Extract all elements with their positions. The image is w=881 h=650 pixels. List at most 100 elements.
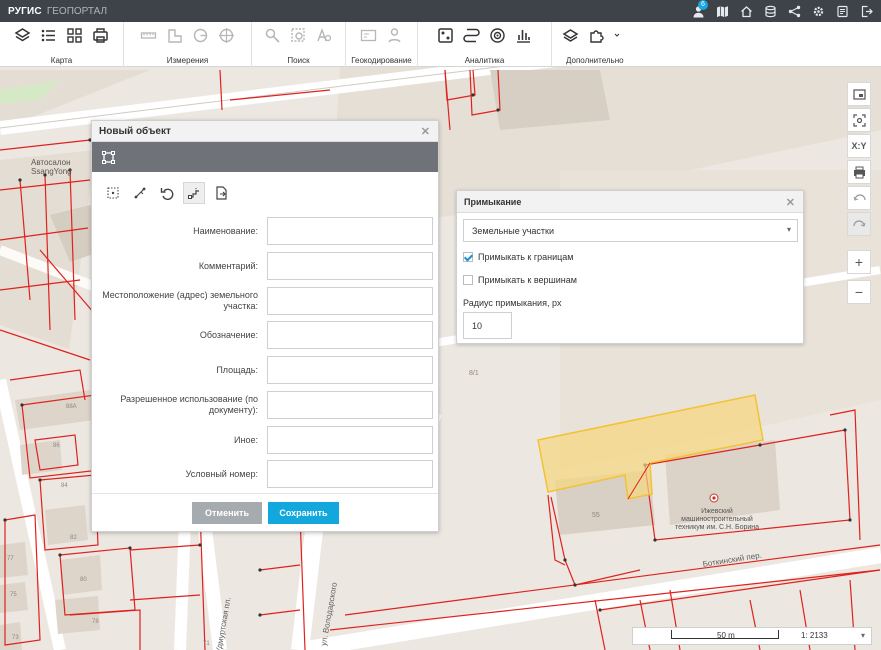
house-number-73: 73: [12, 635, 19, 641]
polygon-icon[interactable]: [100, 149, 117, 166]
layers-plus-icon[interactable]: [562, 27, 579, 44]
ribbon-group-geocoding: Геокодирование: [346, 22, 418, 67]
field-name-label: Наименование:: [193, 226, 258, 236]
house-number-80: 80: [80, 577, 87, 583]
close-icon[interactable]: ✕: [421, 125, 430, 138]
field-permitted-use-input[interactable]: [267, 391, 433, 419]
list-icon[interactable]: [40, 27, 57, 44]
autosalon-label: Автосалон: [31, 158, 71, 167]
window-icon[interactable]: [847, 82, 871, 106]
ribbon-group-map: Карта: [0, 22, 124, 67]
field-conditional-number-input[interactable]: [267, 460, 433, 488]
layers-icon[interactable]: [14, 27, 31, 44]
redo-map-icon[interactable]: [847, 212, 871, 236]
field-address-input[interactable]: [267, 287, 433, 315]
geometry-type-bar: [92, 142, 438, 172]
logout-icon[interactable]: [860, 5, 873, 18]
area-icon[interactable]: [166, 27, 183, 44]
snap-panel-header[interactable]: Примыкание ✕: [457, 191, 803, 213]
angle-icon[interactable]: [192, 27, 209, 44]
house-number-71: 71: [203, 641, 210, 647]
snap-vertices-checkbox[interactable]: [463, 275, 473, 285]
dialog-title: Новый объект: [99, 126, 171, 137]
scale-ratio-select[interactable]: 1: 2133: [801, 631, 828, 640]
news-icon[interactable]: [836, 5, 849, 18]
search-map-icon[interactable]: [264, 27, 281, 44]
snap-vertices-option[interactable]: Примыкать к вершинам: [463, 275, 577, 285]
analytics-grid-icon[interactable]: [437, 27, 454, 44]
field-name-input[interactable]: [267, 217, 433, 245]
grid-icon[interactable]: [66, 27, 83, 44]
target-icon[interactable]: [218, 27, 235, 44]
ruler-icon[interactable]: [140, 27, 157, 44]
undo-map-icon[interactable]: [847, 186, 871, 210]
field-area-input[interactable]: [267, 356, 433, 384]
dialog-header[interactable]: Новый объект ✕: [92, 121, 438, 142]
snap-radius-input[interactable]: 10: [463, 312, 512, 339]
snap-layer-select[interactable]: Земельные участки ▾: [463, 219, 798, 242]
field-address-row: Местоположение (адрес) земельного участк…: [92, 287, 438, 315]
share-icon[interactable]: [788, 5, 801, 18]
buffer-icon[interactable]: [489, 27, 506, 44]
dialog-footer: Отменить Сохранить: [92, 493, 438, 531]
field-other-input[interactable]: [267, 426, 433, 454]
field-permitted-use-label: Разрешенное использование (по документу)…: [120, 394, 258, 415]
gear-icon[interactable]: [812, 5, 825, 18]
home-icon[interactable]: [740, 5, 753, 18]
ribbon-group-search: Поиск: [252, 22, 346, 67]
undo-icon[interactable]: [156, 182, 178, 204]
map-book-icon[interactable]: [716, 5, 729, 18]
puzzle-icon[interactable]: [588, 27, 605, 44]
save-button[interactable]: Сохранить: [268, 502, 339, 524]
chevron-down-icon[interactable]: ▾: [861, 631, 865, 640]
select-rect-icon[interactable]: [102, 182, 124, 204]
field-comment-label: Комментарий:: [198, 261, 258, 271]
route-analysis-icon[interactable]: [463, 27, 480, 44]
house-number-78: 78: [92, 619, 99, 625]
zoom-out-icon[interactable]: −: [847, 280, 871, 304]
house-number-88a: 88А: [66, 404, 77, 410]
chevron-down-icon[interactable]: [614, 27, 620, 44]
parcel-label-55: 55: [592, 512, 600, 519]
zoom-in-icon[interactable]: +: [847, 250, 871, 274]
house-number-77: 77: [7, 556, 14, 562]
print-icon[interactable]: [92, 27, 109, 44]
snap-vertices-label: Примыкать к вершинам: [478, 275, 577, 285]
field-other-row: Иное:: [92, 426, 438, 454]
field-other-label: Иное:: [234, 435, 258, 445]
search-text-icon[interactable]: [316, 27, 333, 44]
house-number-84: 84: [61, 483, 68, 489]
route-icon[interactable]: [386, 27, 403, 44]
search-area-icon[interactable]: [290, 27, 307, 44]
field-comment-input[interactable]: [267, 252, 433, 280]
ssangyong-label: SsangYong: [31, 167, 72, 176]
snap-icon[interactable]: [183, 182, 205, 204]
edit-tools: [102, 182, 232, 204]
user-icon[interactable]: 6: [692, 0, 708, 18]
snap-panel-title: Примыкание: [464, 197, 522, 207]
database-icon[interactable]: [764, 5, 777, 18]
brand-logo[interactable]: РУГИС: [8, 6, 42, 17]
snap-borders-checkbox[interactable]: [463, 252, 473, 262]
map-label-autosalon: Автосалон SsangYong: [31, 158, 72, 176]
ribbon-label-extra: Дополнительно: [566, 56, 624, 65]
coordinates-icon[interactable]: X:Y: [847, 134, 871, 158]
brand-subtitle: ГЕОПОРТАЛ: [46, 5, 108, 17]
edit-vertices-icon[interactable]: [129, 182, 151, 204]
field-address-label: Местоположение (адрес) земельного участк…: [102, 290, 258, 311]
new-object-dialog: Новый объект ✕ Наименование: Комментарий…: [91, 120, 439, 532]
snap-borders-option[interactable]: Примыкать к границам: [463, 252, 574, 262]
snap-borders-label: Примыкать к границам: [478, 252, 574, 262]
cancel-button[interactable]: Отменить: [192, 502, 262, 524]
field-permitted-use-row: Разрешенное использование (по документу)…: [92, 391, 438, 419]
chart-icon[interactable]: [515, 27, 532, 44]
field-comment-row: Комментарий:: [92, 252, 438, 280]
field-designation-input[interactable]: [267, 321, 433, 349]
zoom-extent-icon[interactable]: [847, 108, 871, 132]
close-icon[interactable]: ✕: [786, 196, 795, 209]
top-icons: 6: [692, 0, 873, 22]
import-icon[interactable]: [210, 182, 232, 204]
ribbon-toolbar: Карта Измерения Поиск Геокодирование Ана…: [0, 22, 881, 67]
geocode-icon[interactable]: [360, 27, 377, 44]
print-map-icon[interactable]: [847, 160, 871, 184]
